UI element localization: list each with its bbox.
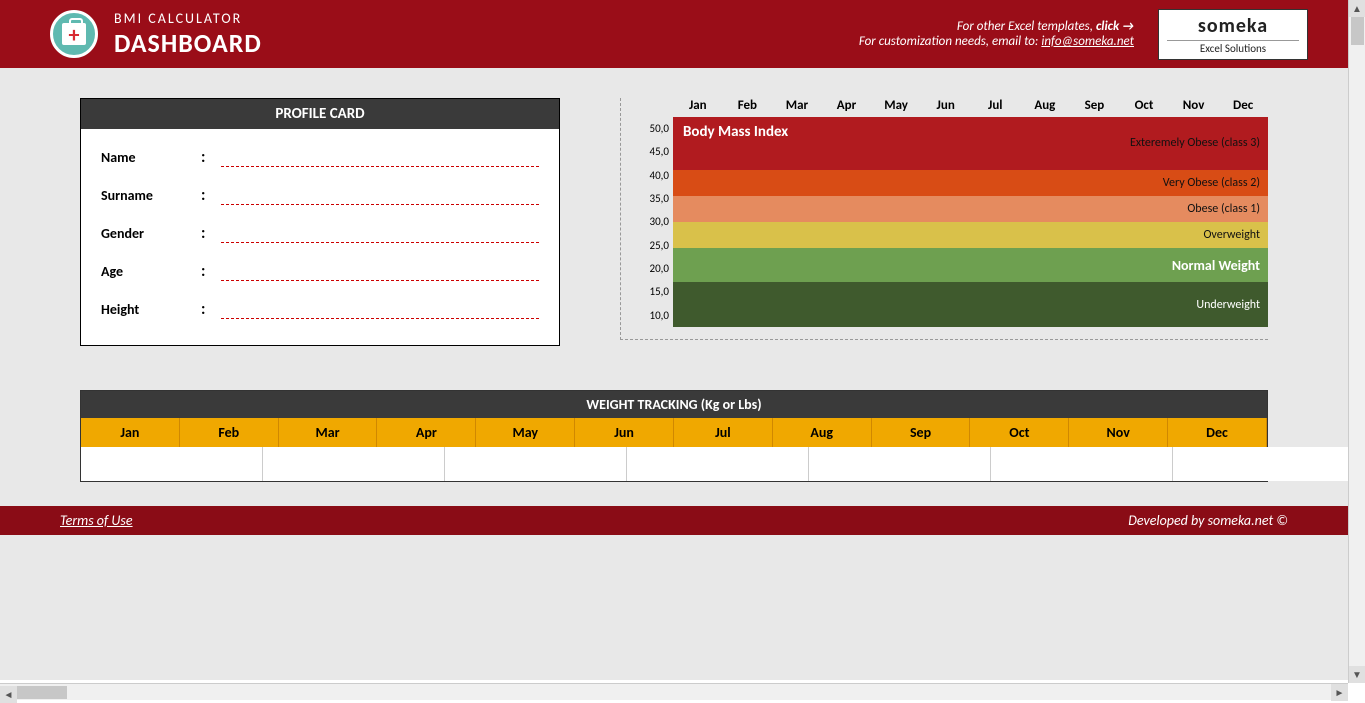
main-content: PROFILE CARD Name : Surname : Gender : xyxy=(0,68,1348,366)
tracking-header-row: Jan Feb Mar Apr May Jun Jul Aug Sep Oct … xyxy=(81,418,1267,447)
templates-text: For other Excel templates, xyxy=(957,19,1093,34)
bmi-band: Very Obese (class 2) xyxy=(673,170,1268,196)
app-logo xyxy=(50,10,98,58)
input-name[interactable] xyxy=(221,147,539,167)
vertical-scroll-thumb[interactable] xyxy=(1351,17,1364,45)
scroll-down-arrow-icon[interactable]: ▼ xyxy=(1349,666,1365,683)
templates-click-link[interactable]: click → xyxy=(1096,19,1134,34)
weight-feb[interactable] xyxy=(263,447,445,481)
weight-jul[interactable] xyxy=(1173,447,1348,481)
worksheet-viewport[interactable]: BMI CALCULATOR DASHBOARD For other Excel… xyxy=(0,0,1348,680)
profile-card-body: Name : Surname : Gender : Age : xyxy=(81,129,559,345)
profile-row-name: Name : xyxy=(101,147,539,167)
chart-y-axis: 50,0 45,0 40,0 35,0 30,0 25,0 20,0 15,0 … xyxy=(633,117,673,327)
vertical-scrollbar[interactable]: ▲ ▼ xyxy=(1348,0,1365,683)
input-age[interactable] xyxy=(221,261,539,281)
customization-text: For customization needs, email to: xyxy=(859,34,1039,49)
scroll-up-arrow-icon[interactable]: ▲ xyxy=(1349,0,1365,17)
profile-row-age: Age : xyxy=(101,261,539,281)
weight-may[interactable] xyxy=(809,447,991,481)
tracking-title: WEIGHT TRACKING (Kg or Lbs) xyxy=(81,391,1267,418)
weight-mar[interactable] xyxy=(445,447,627,481)
profile-row-height: Height : xyxy=(101,299,539,319)
bmi-band: Obese (class 1) xyxy=(673,196,1268,222)
profile-row-gender: Gender : xyxy=(101,223,539,243)
weight-tracking-table: WEIGHT TRACKING (Kg or Lbs) Jan Feb Mar … xyxy=(80,390,1268,482)
bmi-band: Underweight xyxy=(673,282,1268,327)
app-title: DASHBOARD xyxy=(114,27,262,59)
brand-name: someka xyxy=(1167,14,1299,38)
contact-email-link[interactable]: info@someka.net xyxy=(1041,34,1134,49)
label-age: Age xyxy=(101,263,201,280)
input-height[interactable] xyxy=(221,299,539,319)
chart-x-axis: Jan Feb Mar Apr May Jun Jul Aug Sep Oct … xyxy=(673,98,1268,113)
scroll-right-arrow-icon[interactable]: ► xyxy=(1331,684,1348,701)
input-gender[interactable] xyxy=(221,223,539,243)
brand-tagline: Excel Solutions xyxy=(1167,40,1299,55)
header-right: For other Excel templates, click → For c… xyxy=(859,9,1308,60)
footer-credit: Developed by someka.net © xyxy=(1128,512,1288,529)
input-surname[interactable] xyxy=(221,185,539,205)
profile-row-surname: Surname : xyxy=(101,185,539,205)
weight-apr[interactable] xyxy=(627,447,809,481)
chart-bands: Body Mass Index Exteremely Obese (class … xyxy=(673,117,1268,327)
bmi-band: Overweight xyxy=(673,222,1268,248)
header-bar: BMI CALCULATOR DASHBOARD For other Excel… xyxy=(0,0,1348,68)
footer-bar: Terms of Use Developed by someka.net © xyxy=(0,506,1348,535)
tracking-value-row xyxy=(81,447,1267,481)
weight-jan[interactable] xyxy=(81,447,263,481)
horizontal-scrollbar[interactable]: ◄ ► xyxy=(0,683,1348,700)
chart-title: Body Mass Index xyxy=(683,123,788,141)
label-name: Name xyxy=(101,149,201,166)
scroll-left-arrow-icon[interactable]: ◄ xyxy=(0,686,17,703)
title-block: BMI CALCULATOR DASHBOARD xyxy=(114,10,262,59)
medkit-icon xyxy=(62,23,86,45)
header-left: BMI CALCULATOR DASHBOARD xyxy=(50,10,262,59)
label-surname: Surname xyxy=(101,187,201,204)
profile-card-title: PROFILE CARD xyxy=(81,99,559,129)
app-subtitle: BMI CALCULATOR xyxy=(114,10,262,27)
header-links: For other Excel templates, click → For c… xyxy=(859,19,1134,49)
profile-card: PROFILE CARD Name : Surname : Gender : xyxy=(80,98,560,346)
label-gender: Gender xyxy=(101,225,201,242)
label-height: Height xyxy=(101,301,201,318)
terms-link[interactable]: Terms of Use xyxy=(60,512,133,529)
bmi-band: Normal Weight xyxy=(673,248,1268,282)
weight-jun[interactable] xyxy=(991,447,1173,481)
bmi-chart: Jan Feb Mar Apr May Jun Jul Aug Sep Oct … xyxy=(620,98,1268,340)
horizontal-scroll-thumb[interactable] xyxy=(17,686,67,699)
chart-body: 50,0 45,0 40,0 35,0 30,0 25,0 20,0 15,0 … xyxy=(633,117,1268,327)
brand-badge[interactable]: someka Excel Solutions xyxy=(1158,9,1308,60)
